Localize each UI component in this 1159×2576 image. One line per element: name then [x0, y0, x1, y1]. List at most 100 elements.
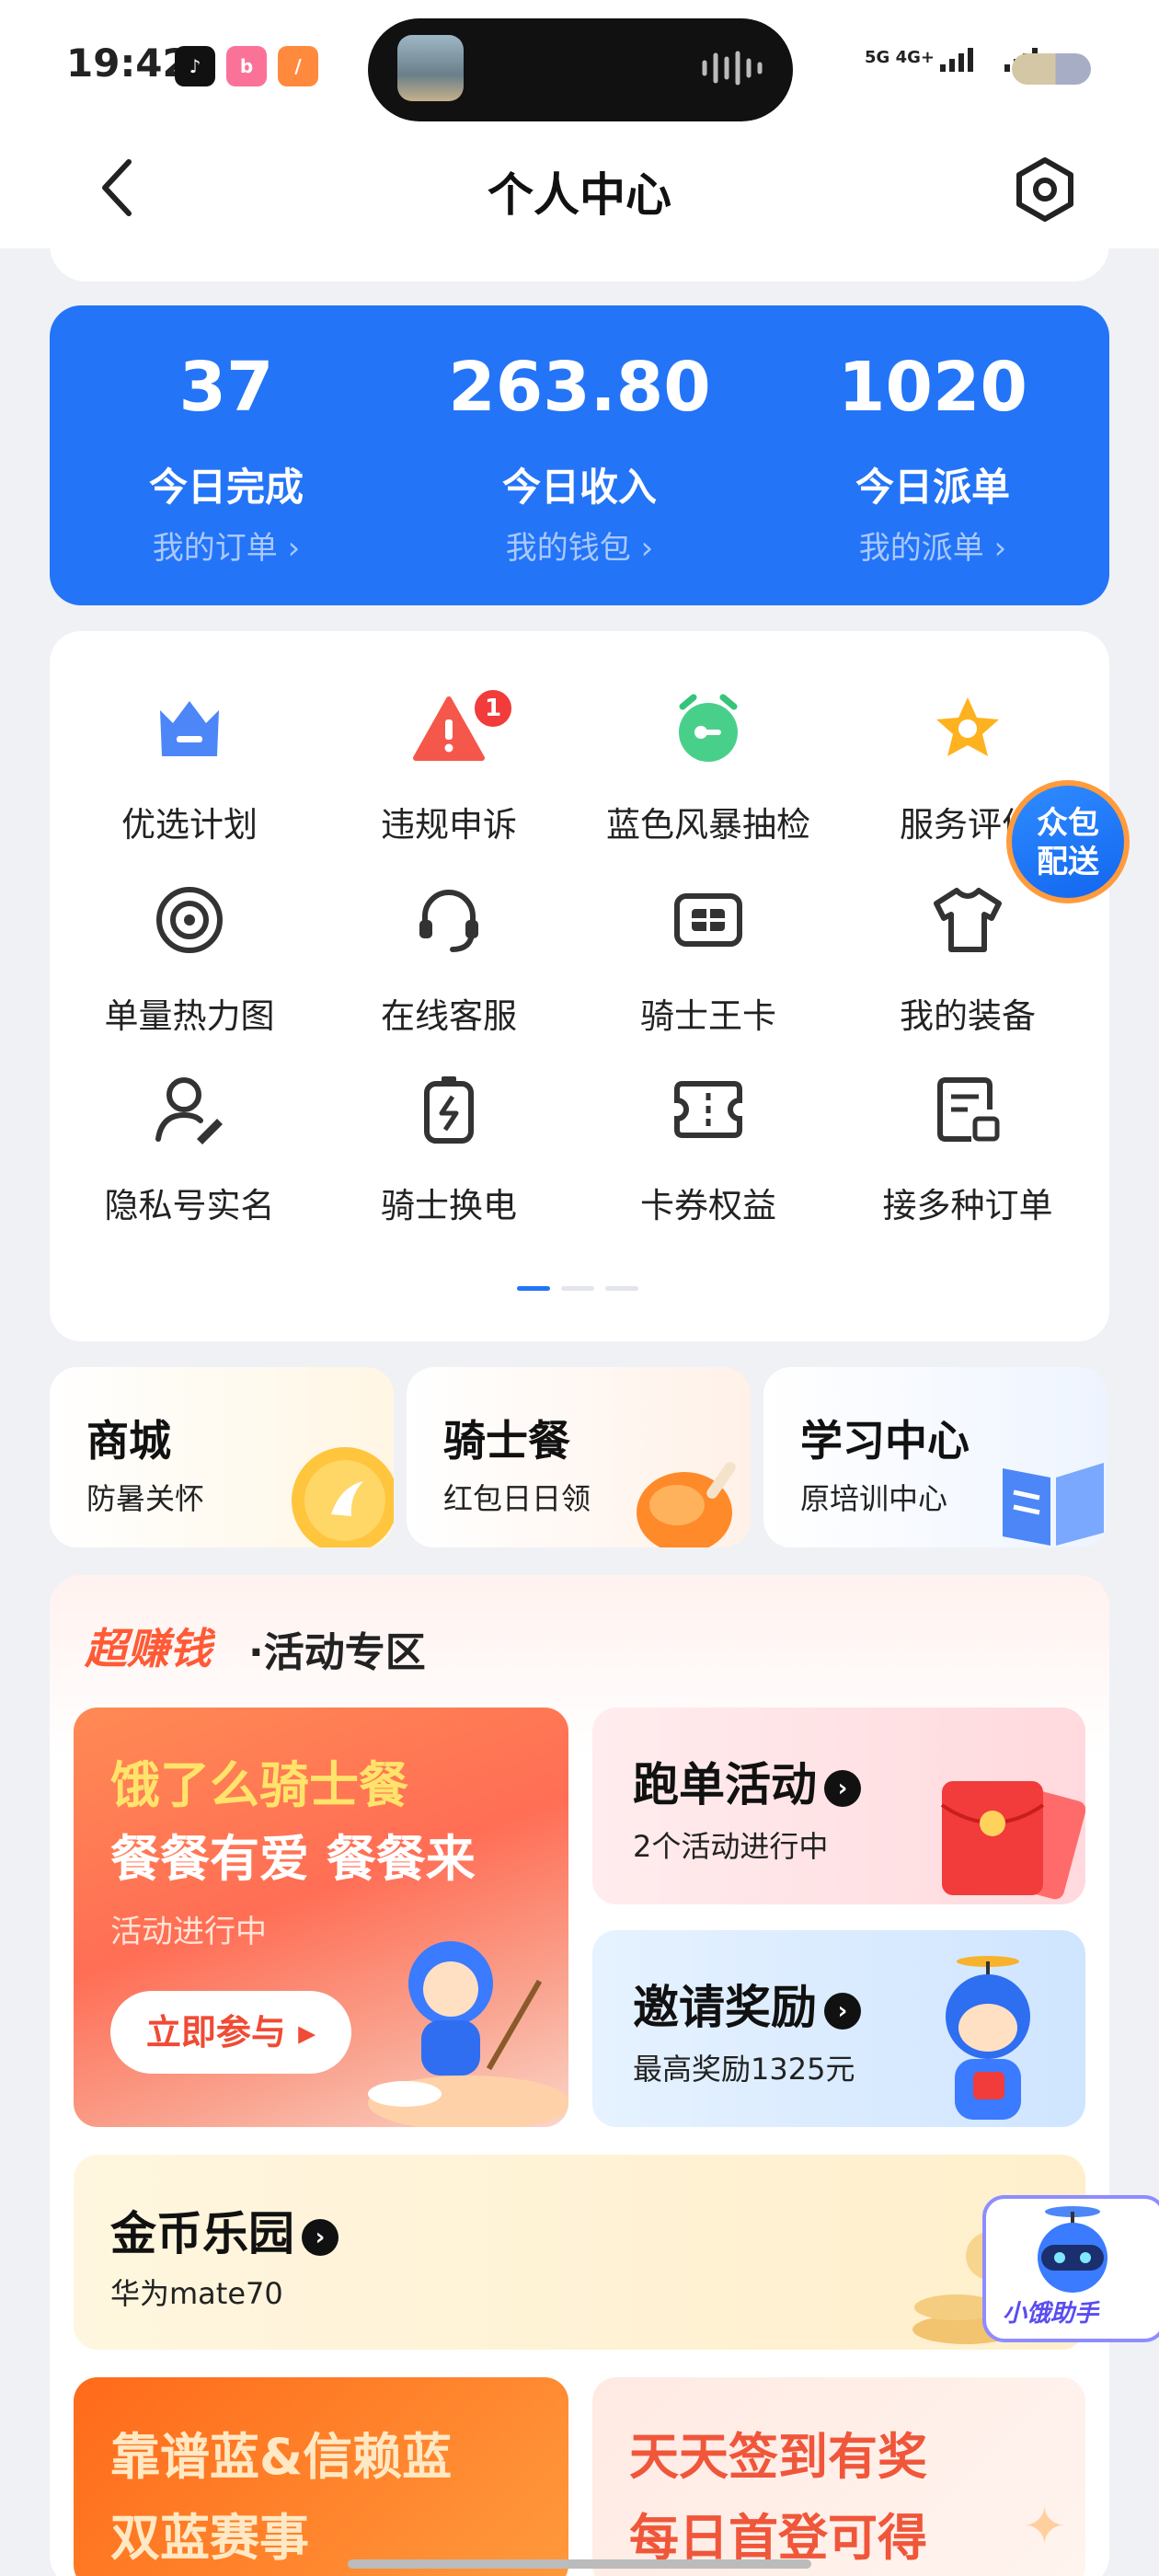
grid-item-preferred-plan[interactable]: 优选计划	[57, 692, 322, 867]
stat-value: 37	[178, 348, 274, 427]
grid-item-multi-orders[interactable]: 接多种订单	[835, 1073, 1100, 1248]
crowd-line1: 众包	[1037, 805, 1099, 842]
stat-label: 今日收入	[501, 465, 657, 510]
coin-park-banner[interactable]: 金币乐园 › 华为mate70	[74, 2155, 1085, 2350]
banner-headline: 饿了么骑士餐	[110, 1756, 408, 1814]
rider-mascot-icon	[368, 1941, 568, 2127]
my-orders-link[interactable]: 我的订单 ›	[50, 523, 403, 568]
notification-badge: 1	[471, 686, 515, 730]
target-icon	[156, 887, 223, 953]
page-indicator	[561, 1286, 594, 1291]
grid-item-customer-service[interactable]: 在线客服	[316, 883, 581, 1058]
battery-icon	[1012, 53, 1091, 85]
chicken-leg-icon	[637, 1462, 736, 1547]
invite-title-row: 邀请奖励 ›	[633, 1971, 861, 2037]
banner-status: 活动进行中	[110, 1914, 267, 1950]
blue-race-line1: 靠谱蓝&信赖蓝	[110, 2428, 453, 2486]
activity-zone-title: ·活动专区	[248, 1629, 426, 1676]
card-subtitle: 防暑关怀	[86, 1481, 205, 1516]
grid-item-coupons[interactable]: 卡券权益	[576, 1073, 841, 1248]
alarm-key-icon	[679, 694, 738, 762]
coin-park-title-row: 金币乐园 ›	[110, 2197, 339, 2263]
stat-label: 今日完成	[148, 465, 304, 510]
grid-item-label: 骑士换电	[381, 1186, 517, 1225]
banner-headline-2: 餐餐有爱 餐餐来	[110, 1830, 476, 1888]
star-badge-icon	[936, 697, 999, 756]
my-dispatch-link[interactable]: 我的派单 ›	[756, 523, 1109, 568]
daily-checkin-banner[interactable]: 天天签到有奖 每日首登可得 ✦	[592, 2377, 1085, 2576]
arrow-right-icon: ›	[824, 1992, 861, 2030]
card-title: 骑士餐	[443, 1416, 570, 1466]
arrow-right-icon: ›	[824, 1769, 861, 1807]
grid-item-label: 单量热力图	[104, 996, 275, 1036]
page-title: 个人中心	[488, 168, 671, 222]
home-indicator[interactable]	[348, 2559, 811, 2569]
grid-item-battery-swap[interactable]: 骑士换电	[316, 1073, 581, 1248]
invite-reward-banner[interactable]: 邀请奖励 › 最高奖励1325元	[592, 1930, 1085, 2127]
gold-coin-icon	[292, 1447, 394, 1547]
order-doc-icon	[937, 1077, 1000, 1142]
profile-card-edge	[50, 230, 1109, 282]
sparkle-icon: ✦	[1023, 2497, 1066, 2557]
grid-item-label: 违规申诉	[381, 805, 517, 845]
my-wallet-link[interactable]: 我的钱包 ›	[403, 523, 756, 568]
join-now-label: 立即参与	[145, 2012, 286, 2053]
music-app-icon: ♪	[175, 46, 215, 86]
grid-item-label: 骑士王卡	[640, 996, 776, 1036]
grid-item-label: 卡券权益	[640, 1186, 776, 1225]
slash-app-icon: /	[278, 46, 318, 86]
run-orders-title-row: 跑单活动 ›	[633, 1748, 861, 1814]
grid-item-label: 我的装备	[900, 996, 1036, 1036]
run-orders-banner[interactable]: 跑单活动 › 2个活动进行中	[592, 1708, 1085, 1904]
invite-title: 邀请奖励	[633, 1981, 817, 2034]
blue-race-banner[interactable]: 靠谱蓝&信赖蓝 双蓝赛事	[74, 2377, 568, 2576]
stat-value: 263.80	[448, 348, 711, 427]
card-subtitle: 红包日日领	[443, 1481, 591, 1516]
page-indicator-active	[517, 1286, 550, 1291]
headset-icon	[419, 890, 478, 952]
grid-item-label: 蓝色风暴抽检	[606, 805, 810, 845]
propeller-mascot-icon	[946, 1956, 1030, 2120]
book-icon	[1003, 1463, 1104, 1546]
knight-meal-card[interactable]: 骑士餐 红包日日领	[407, 1367, 751, 1547]
arrow-right-icon: ›	[302, 2218, 339, 2256]
sim-card-icon	[674, 893, 742, 947]
grid-item-knight-card[interactable]: 骑士王卡	[576, 883, 841, 1058]
user-privacy-icon	[155, 1077, 223, 1144]
invite-subtitle: 最高奖励1325元	[633, 2052, 855, 2087]
assistant-label: 小饿助手	[1003, 2300, 1099, 2328]
grid-item-privacy[interactable]: 隐私号实名	[57, 1073, 322, 1248]
crown-icon	[160, 701, 219, 756]
stat-income[interactable]: 263.80 今日收入 我的钱包 ›	[403, 305, 756, 605]
learning-center-card[interactable]: 学习中心 原培训中心	[763, 1367, 1107, 1547]
stat-dispatch[interactable]: 1020 今日派单 我的派单 ›	[756, 305, 1109, 605]
red-envelope-icon	[940, 1781, 1085, 1900]
grid-item-label: 在线客服	[381, 996, 517, 1036]
blue-race-line2: 双蓝赛事	[110, 2509, 309, 2567]
checkin-line1: 天天签到有奖	[629, 2428, 927, 2486]
join-now-button[interactable]: 立即参与 ▸	[110, 1991, 351, 2074]
audio-wave-icon	[702, 51, 763, 86]
hexagon-settings-icon[interactable]	[1010, 155, 1080, 224]
grid-item-appeal[interactable]: 1 违规申诉	[316, 686, 581, 867]
stat-completed[interactable]: 37 今日完成 我的订单 ›	[50, 305, 403, 605]
grid-item-blue-storm[interactable]: 蓝色风暴抽检	[576, 692, 841, 867]
battery-swap-icon	[424, 1076, 474, 1144]
shirt-icon	[934, 888, 1002, 952]
media-thumbnail	[397, 35, 464, 101]
mall-card[interactable]: 商城 防暑关怀	[50, 1367, 394, 1547]
stat-label: 今日派单	[855, 465, 1010, 510]
grid-item-label: 接多种订单	[882, 1186, 1053, 1225]
bilibili-app-icon: b	[226, 46, 267, 86]
coupon-icon	[674, 1081, 742, 1138]
play-icon: ▸	[298, 2012, 316, 2053]
page-indicator	[605, 1286, 638, 1291]
run-orders-title: 跑单活动	[633, 1758, 817, 1811]
coin-park-title: 金币乐园	[110, 2207, 294, 2260]
crowd-delivery-button[interactable]: 众包 配送	[1006, 780, 1130, 903]
card-title: 商城	[86, 1416, 171, 1466]
robot-mascot-icon	[1038, 2206, 1107, 2293]
grid-item-heatmap[interactable]: 单量热力图	[57, 883, 322, 1058]
grid-item-equipment[interactable]: 我的装备	[835, 883, 1100, 1058]
card-subtitle: 原培训中心	[800, 1481, 948, 1516]
